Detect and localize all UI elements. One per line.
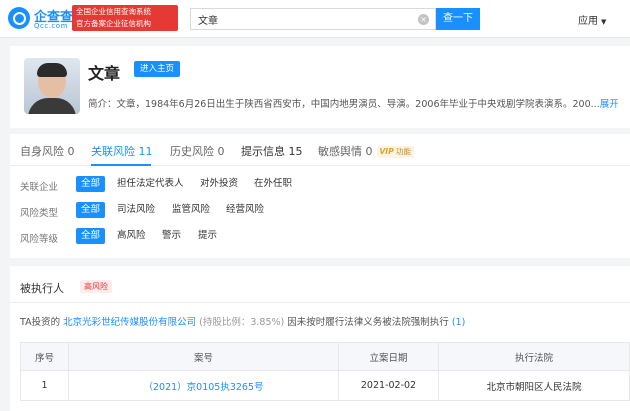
col-header-date: 立案日期 (338, 342, 439, 371)
search-input[interactable] (191, 9, 411, 29)
filter-option-warning[interactable]: 警示 (162, 228, 181, 244)
profile-card: 文章 进入主页 简介：文章，1984年6月26日出生于陕西省西安市，中国内地男演… (10, 46, 630, 128)
cell-index: 1 (20, 370, 69, 401)
risk-tabs: 自身风险 0 关联风险 11 历史风险 0 提示信息 15 敏感舆情 0 VIP … (10, 134, 630, 166)
credit-system-badge[interactable]: 全国企业信用查询系统 官方备案企业征信机构 (72, 5, 178, 31)
table-header-row: 序号 案号 立案日期 执行法院 (20, 342, 630, 371)
tab-sensitive-news[interactable]: 敏感舆情 0 VIP 功能 (318, 143, 414, 159)
badge-line-2: 官方备案企业征信机构 (76, 19, 151, 28)
cell-date: 2021-02-02 (338, 370, 439, 401)
search-box: × (190, 8, 436, 30)
section-title: 被执行人 (20, 282, 64, 295)
cell-case-no-link[interactable]: （2021）京0105执3265号 (68, 370, 339, 401)
desc-prefix: TA投资的 (20, 317, 61, 328)
executed-person-panel: 被执行人 高风险 TA投资的 北京光彩世纪传媒股份有限公司 (持股比例：3.85… (10, 266, 630, 411)
executed-description: TA投资的 北京光彩世纪传媒股份有限公司 (持股比例：3.85%) 因未按时履行… (20, 314, 465, 328)
filter-label: 风险类型 (20, 208, 59, 219)
filter-option-high[interactable]: 高风险 (117, 228, 146, 244)
enter-homepage-button[interactable]: 进入主页 (134, 61, 181, 77)
filter-option-hint[interactable]: 提示 (198, 228, 217, 244)
risk-panel: 自身风险 0 关联风险 11 历史风险 0 提示信息 15 敏感舆情 0 VIP … (10, 134, 630, 258)
share-ratio: (持股比例：3.85%) (199, 317, 285, 328)
high-risk-badge: 高风险 (80, 280, 112, 293)
cell-court: 北京市朝阳区人民法院 (438, 370, 630, 401)
filter-option-all[interactable]: 全部 (76, 202, 106, 218)
clear-icon[interactable]: × (418, 14, 429, 25)
filter-option-operational[interactable]: 经营风险 (226, 202, 264, 218)
filter-label: 关联企业 (20, 182, 59, 193)
top-bar: 企查查 Qcc.com 全国企业信用查询系统 官方备案企业征信机构 × 查一下 … (0, 0, 630, 38)
col-header-case-no: 案号 (68, 342, 339, 371)
divider (10, 302, 630, 303)
tab-history-risk[interactable]: 历史风险 0 (170, 143, 225, 159)
col-header-court: 执行法院 (438, 342, 630, 371)
badge-line-1: 全国企业信用查询系统 (76, 7, 151, 16)
filter-option-judicial[interactable]: 司法风险 (117, 202, 155, 218)
apps-menu[interactable]: 应用 ▼ (578, 12, 606, 27)
tab-sensitive-news-label: 敏感舆情 0 (318, 145, 373, 158)
filter-risk-level: 风险等级 全部 高风险 警示 提示 (10, 228, 630, 246)
filter-option-legal-rep[interactable]: 担任法定代表人 (117, 176, 184, 192)
record-count: (1) (451, 317, 466, 328)
person-name: 文章 (88, 64, 121, 83)
col-header-index: 序号 (20, 342, 69, 371)
filter-option-regulatory[interactable]: 监管风险 (172, 202, 210, 218)
filter-risk-type: 风险类型 全部 司法风险 监管风险 经营风险 (10, 202, 630, 220)
avatar (24, 58, 80, 114)
executed-table: 序号 案号 立案日期 执行法院 1 （2021）京0105执3265号 2021… (20, 342, 630, 401)
filter-option-external-role[interactable]: 在外任职 (254, 176, 292, 192)
filter-label: 风险等级 (20, 234, 59, 245)
company-link[interactable]: 北京光彩世纪传媒股份有限公司 (63, 317, 196, 328)
expand-link[interactable]: 展开 (600, 99, 619, 110)
search-button[interactable]: 查一下 (436, 8, 480, 30)
filter-related-company: 关联企业 全部 担任法定代表人 对外投资 在外任职 (10, 176, 630, 194)
tab-related-risk[interactable]: 关联风险 11 (91, 143, 153, 159)
filter-option-all[interactable]: 全部 (76, 176, 106, 192)
filter-option-all[interactable]: 全部 (76, 228, 106, 244)
qcc-logo-icon (8, 7, 30, 29)
logo-subtext: Qcc.com (34, 22, 68, 30)
intro-text: 简介：文章，1984年6月26日出生于陕西省西安市，中国内地男演员、导演。200… (88, 99, 600, 110)
active-tab-indicator (91, 164, 151, 166)
table-row: 1 （2021）京0105执3265号 2021-02-02 北京市朝阳区人民法… (20, 370, 630, 401)
apps-label: 应用 (578, 16, 598, 27)
qcc-logo[interactable]: 企查查 Qcc.com (8, 5, 73, 33)
tab-hint-info[interactable]: 提示信息 15 (241, 143, 303, 159)
filter-option-investment[interactable]: 对外投资 (200, 176, 238, 192)
desc-suffix: 因未按时履行法律义务被法院强制执行 (287, 317, 449, 328)
tab-self-risk[interactable]: 自身风险 0 (20, 143, 75, 159)
caret-down-icon: ▼ (601, 18, 607, 26)
vip-badge: VIP 功能 (376, 146, 414, 158)
profile-intro: 简介：文章，1984年6月26日出生于陕西省西安市，中国内地男演员、导演。200… (88, 96, 619, 110)
